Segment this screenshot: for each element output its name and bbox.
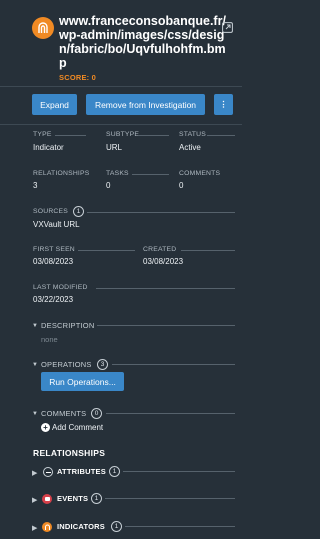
label-rule (181, 250, 235, 251)
first-seen-label: FIRST SEEN (33, 246, 75, 253)
description-label[interactable]: DESCRIPTION (41, 321, 94, 330)
add-comment-link[interactable]: Add Comment (52, 423, 103, 432)
comments-caret-icon[interactable]: ▼ (32, 411, 38, 417)
subtype-label: SUBTYPE (106, 131, 140, 138)
created-value: 03/08/2023 (143, 257, 184, 266)
section-rule (112, 364, 235, 365)
attributes-count-badge: 1 (109, 466, 120, 477)
tasks-label: TASKS (106, 170, 129, 177)
description-caret-icon[interactable]: ▼ (32, 323, 38, 329)
type-label: TYPE (33, 131, 52, 138)
indicators-expand-icon[interactable]: ▶ (32, 524, 37, 532)
operations-count-badge: 3 (97, 359, 108, 370)
open-external-icon[interactable] (222, 20, 233, 33)
comments-count-label: COMMENTS (179, 170, 221, 177)
label-rule (55, 135, 86, 136)
subtype-value: URL (106, 143, 123, 152)
label-rule (78, 250, 135, 251)
attributes-label[interactable]: ATTRIBUTES (57, 467, 106, 476)
score-label: SCORE: 0 (59, 73, 97, 82)
toolbar-divider (0, 124, 242, 125)
comments-count-value: 0 (179, 181, 184, 190)
section-rule (125, 526, 235, 527)
status-label: STATUS (179, 131, 207, 138)
header-divider (0, 86, 242, 87)
indicator-title: www.franceconsobanque.fr/wp-admin/images… (59, 14, 226, 70)
section-rule (105, 498, 235, 499)
indicators-icon (42, 522, 52, 532)
comments-label[interactable]: COMMENTS (41, 409, 86, 418)
sources-count-badge: 1 (73, 206, 84, 217)
label-rule (207, 135, 235, 136)
section-rule (97, 325, 235, 326)
more-options-button[interactable]: ⋮ (214, 94, 233, 115)
relationships-value: 3 (33, 181, 38, 190)
sources-label: SOURCES (33, 208, 69, 215)
last-modified-value: 03/22/2023 (33, 295, 74, 304)
label-rule (87, 212, 235, 213)
section-rule (123, 471, 235, 472)
indicators-count-badge: 1 (111, 521, 122, 532)
remove-from-investigation-button[interactable]: Remove from Investigation (86, 94, 205, 115)
events-label[interactable]: EVENTS (57, 494, 88, 503)
attributes-icon (43, 467, 53, 477)
operations-caret-icon[interactable]: ▼ (32, 362, 38, 368)
comments-count-badge: 0 (91, 408, 102, 419)
relationships-label: RELATIONSHIPS (33, 170, 90, 177)
label-rule (138, 135, 169, 136)
label-rule (96, 288, 235, 289)
tasks-value: 0 (106, 181, 111, 190)
type-value: Indicator (33, 143, 64, 152)
indicator-type-icon (32, 17, 54, 39)
first-seen-value: 03/08/2023 (33, 257, 74, 266)
events-count-badge: 1 (91, 493, 102, 504)
relationships-title: RELATIONSHIPS (33, 448, 106, 458)
expand-button[interactable]: Expand (32, 94, 77, 115)
section-rule (106, 413, 235, 414)
add-comment-icon[interactable]: + (41, 423, 50, 432)
events-icon (42, 494, 52, 504)
events-expand-icon[interactable]: ▶ (32, 496, 37, 504)
last-modified-label: LAST MODIFIED (33, 284, 88, 291)
description-value: none (41, 335, 58, 344)
operations-label[interactable]: OPERATIONS (41, 360, 92, 369)
indicators-label[interactable]: INDICATORS (57, 522, 105, 531)
attributes-expand-icon[interactable]: ▶ (32, 469, 37, 477)
sources-value[interactable]: VXVault URL (33, 220, 80, 229)
label-rule (132, 174, 169, 175)
created-label: CREATED (143, 246, 177, 253)
run-operations-button[interactable]: Run Operations... (41, 372, 124, 391)
status-value: Active (179, 143, 201, 152)
